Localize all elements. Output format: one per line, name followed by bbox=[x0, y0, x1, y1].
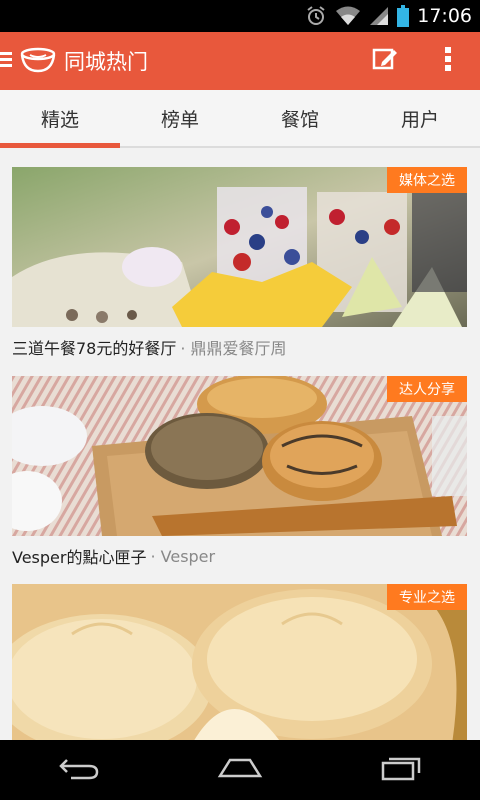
tab-rankings[interactable]: 榜单 bbox=[120, 90, 240, 146]
overflow-menu-icon[interactable] bbox=[444, 45, 452, 77]
feed-card[interactable]: 达人分享 Vesper的點心匣子 · Vesper bbox=[12, 376, 467, 576]
tab-restaurants[interactable]: 餐馆 bbox=[240, 90, 360, 146]
card-caption: 三道午餐78元的好餐厅 · 鼎鼎爱餐厅周 bbox=[12, 327, 467, 367]
recents-icon[interactable] bbox=[379, 755, 423, 785]
card-tag: 媒体之选 bbox=[387, 167, 467, 193]
tab-bar: 精选 榜单 餐馆 用户 bbox=[0, 90, 480, 148]
feed-card[interactable]: 专业之选 bbox=[12, 584, 467, 740]
app-bar: 同城热门 bbox=[0, 32, 480, 90]
tab-users[interactable]: 用户 bbox=[360, 90, 480, 146]
tab-label: 榜单 bbox=[160, 108, 199, 131]
alarm-icon bbox=[305, 5, 327, 27]
card-tag: 达人分享 bbox=[387, 376, 467, 402]
card-meta: · 鼎鼎爱餐厅周 bbox=[180, 339, 287, 358]
tab-label: 用户 bbox=[400, 108, 439, 131]
tab-label: 精选 bbox=[40, 108, 79, 131]
compose-icon[interactable] bbox=[372, 46, 398, 76]
card-image: 专业之选 bbox=[12, 584, 467, 740]
bowl-icon[interactable] bbox=[20, 45, 56, 77]
card-image: 达人分享 bbox=[12, 376, 467, 536]
battery-icon bbox=[397, 5, 410, 27]
card-meta: · Vesper bbox=[150, 546, 216, 566]
feed-list: 媒体之选 三道午餐78元的好餐厅 · 鼎鼎爱餐厅周 达人分享 Vesper的點心… bbox=[0, 150, 480, 740]
wifi-icon bbox=[335, 6, 361, 26]
card-title: 三道午餐78元的好餐厅 bbox=[12, 339, 177, 358]
system-nav-bar bbox=[0, 740, 480, 800]
signal-icon bbox=[369, 6, 389, 26]
tab-featured[interactable]: 精选 bbox=[0, 90, 120, 148]
drawer-menu-icon[interactable] bbox=[0, 48, 14, 74]
status-bar: 17:06 bbox=[0, 0, 480, 32]
home-icon[interactable] bbox=[216, 756, 264, 784]
card-image: 媒体之选 bbox=[12, 167, 467, 327]
card-tag: 专业之选 bbox=[387, 584, 467, 610]
status-time: 17:06 bbox=[417, 5, 472, 27]
tab-label: 餐馆 bbox=[280, 108, 319, 131]
feed-card[interactable]: 媒体之选 三道午餐78元的好餐厅 · 鼎鼎爱餐厅周 bbox=[12, 167, 467, 367]
card-caption: Vesper的點心匣子 · Vesper bbox=[12, 536, 467, 576]
page-title: 同城热门 bbox=[64, 50, 148, 74]
back-icon[interactable] bbox=[57, 756, 101, 784]
card-title: Vesper的點心匣子 bbox=[12, 548, 147, 567]
